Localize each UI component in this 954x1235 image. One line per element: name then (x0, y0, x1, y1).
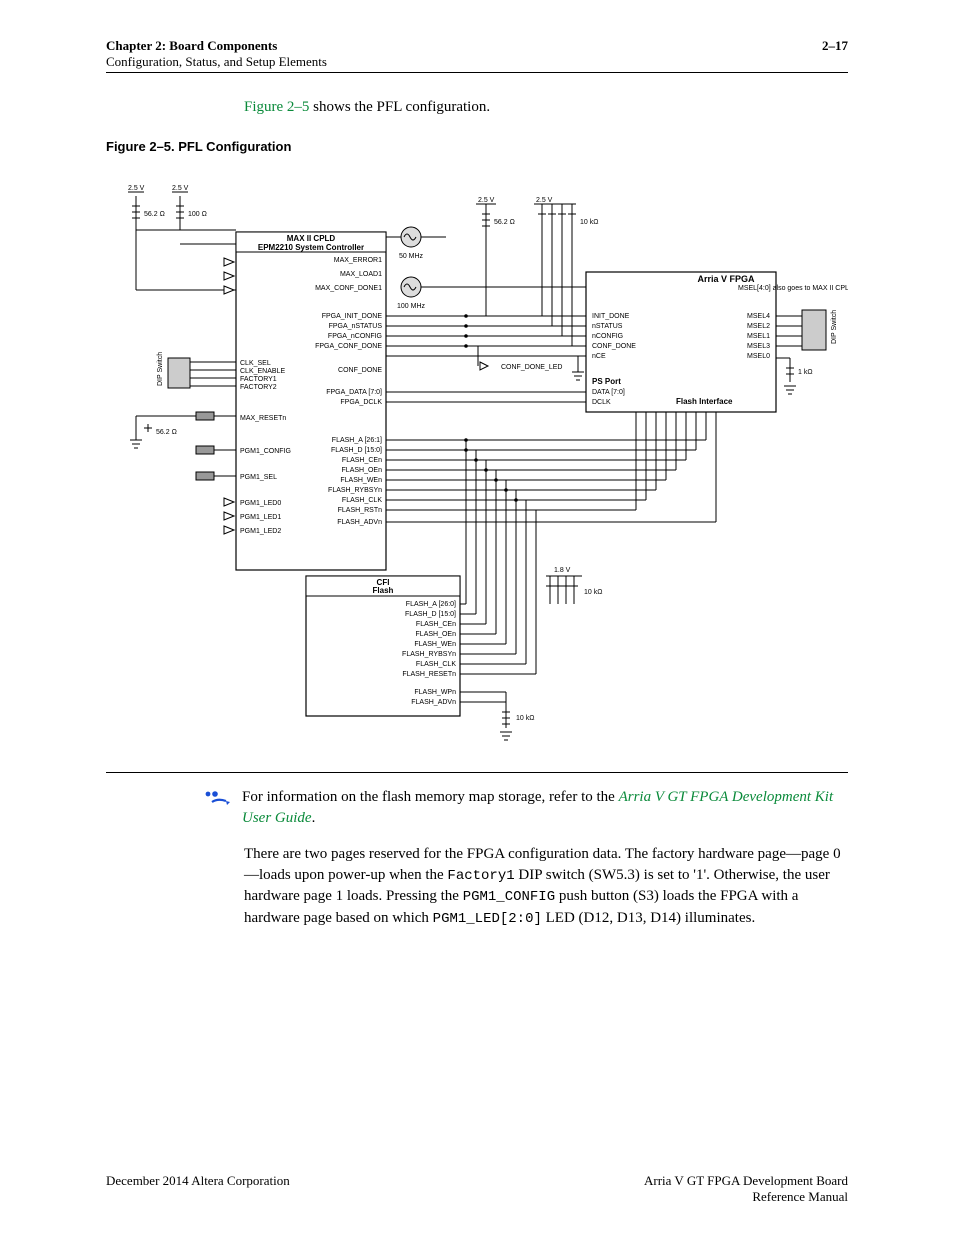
svg-text:FLASH_ADVn: FLASH_ADVn (337, 519, 382, 526)
svg-text:FACTORY1: FACTORY1 (240, 376, 277, 383)
svg-text:FLASH_OEn: FLASH_OEn (416, 631, 457, 638)
svg-text:1 kΩ: 1 kΩ (798, 369, 813, 376)
svg-text:FLASH_WPn: FLASH_WPn (414, 689, 456, 696)
svg-text:MSEL2: MSEL2 (747, 323, 770, 330)
chapter-label: Chapter 2: Board Components (106, 38, 327, 54)
svg-text:2.5 V: 2.5 V (128, 185, 145, 192)
code-factory1: Factory1 (447, 868, 514, 884)
svg-text:FPGA_CONF_DONE: FPGA_CONF_DONE (315, 343, 382, 350)
svg-text:10 kΩ: 10 kΩ (580, 219, 598, 226)
section-label: Configuration, Status, and Setup Element… (106, 54, 327, 70)
info-icon (202, 787, 242, 828)
svg-text:56.2 Ω: 56.2 Ω (144, 211, 165, 218)
svg-text:MAX_ERROR1: MAX_ERROR1 (334, 257, 382, 264)
svg-text:50 MHz: 50 MHz (399, 253, 424, 260)
code-pgm1-led: PGM1_LED[2:0] (433, 911, 542, 927)
figure-caption: Figure 2–5. PFL Configuration (106, 139, 848, 154)
svg-text:CONF_DONE: CONF_DONE (592, 343, 636, 350)
svg-text:nCONFIG: nCONFIG (592, 333, 623, 340)
svg-text:PGM1_LED2: PGM1_LED2 (240, 528, 281, 535)
svg-text:FLASH_CEn: FLASH_CEn (416, 621, 456, 628)
svg-text:EPM2210 System Controller: EPM2210 System Controller (258, 243, 364, 252)
page-header: Chapter 2: Board Components Configuratio… (106, 38, 848, 73)
svg-text:MAX_CONF_DONE1: MAX_CONF_DONE1 (315, 285, 382, 292)
svg-text:CONF_DONE_LED: CONF_DONE_LED (501, 364, 562, 371)
svg-text:MAX_LOAD1: MAX_LOAD1 (340, 271, 382, 278)
intro-text: shows the PFL configuration. (309, 99, 490, 115)
footer-doc-subtitle: Reference Manual (644, 1189, 848, 1205)
svg-text:DATA [7:0]: DATA [7:0] (592, 389, 625, 396)
svg-text:10 kΩ: 10 kΩ (584, 589, 602, 596)
svg-text:FLASH_A [26:1]: FLASH_A [26:1] (332, 437, 382, 444)
svg-text:2.5 V: 2.5 V (172, 185, 189, 192)
svg-text:PS Port: PS Port (592, 377, 621, 386)
page-footer: December 2014 Altera Corporation Arria V… (106, 1173, 848, 1205)
svg-text:MSEL[4:0] also goes to MAX II: MSEL[4:0] also goes to MAX II CPLD (738, 285, 848, 292)
svg-text:2.5 V: 2.5 V (536, 197, 553, 204)
svg-text:FPGA_DATA [7:0]: FPGA_DATA [7:0] (326, 389, 382, 396)
svg-text:FLASH_WEn: FLASH_WEn (340, 477, 382, 484)
intro-paragraph: Figure 2–5 shows the PFL configuration. (244, 97, 848, 117)
svg-text:100 MHz: 100 MHz (397, 303, 426, 310)
svg-text:FLASH_OEn: FLASH_OEn (342, 467, 383, 474)
svg-text:nCE: nCE (592, 353, 606, 360)
svg-text:100 Ω: 100 Ω (188, 211, 207, 218)
svg-text:FLASH_CLK: FLASH_CLK (416, 661, 456, 668)
svg-text:MAX II CPLD: MAX II CPLD (287, 234, 336, 243)
svg-text:FLASH_CLK: FLASH_CLK (342, 497, 382, 504)
svg-text:2.5 V: 2.5 V (478, 197, 495, 204)
svg-text:56.2 Ω: 56.2 Ω (156, 429, 177, 436)
svg-text:PGM1_SEL: PGM1_SEL (240, 474, 277, 481)
svg-text:FLASH_RESETn: FLASH_RESETn (402, 671, 456, 678)
svg-text:FPGA_nSTATUS: FPGA_nSTATUS (329, 323, 383, 330)
svg-text:MSEL1: MSEL1 (747, 333, 770, 340)
svg-text:FLASH_A [26:0]: FLASH_A [26:0] (406, 601, 456, 608)
svg-text:FPGA_INIT_DONE: FPGA_INIT_DONE (322, 313, 383, 320)
svg-text:FLASH_RYBSYn: FLASH_RYBSYn (328, 487, 382, 494)
svg-text:FACTORY2: FACTORY2 (240, 384, 277, 391)
svg-text:PGM1_LED0: PGM1_LED0 (240, 500, 281, 507)
figure-reference-link[interactable]: Figure 2–5 (244, 99, 309, 115)
code-pgm1-config: PGM1_CONFIG (463, 889, 555, 905)
svg-text:MSEL4: MSEL4 (747, 313, 770, 320)
svg-text:FLASH_ADVn: FLASH_ADVn (411, 699, 456, 706)
svg-text:PGM1_LED1: PGM1_LED1 (240, 514, 281, 521)
svg-text:DCLK: DCLK (592, 399, 611, 406)
svg-text:Arria V FPGA: Arria V FPGA (697, 274, 755, 284)
footer-doc-title: Arria V GT FPGA Development Board (644, 1173, 848, 1189)
svg-text:PGM1_CONFIG: PGM1_CONFIG (240, 448, 291, 455)
footer-left: December 2014 Altera Corporation (106, 1173, 290, 1205)
page-number: 2–17 (822, 38, 848, 70)
svg-text:FLASH_WEn: FLASH_WEn (414, 641, 456, 648)
svg-text:Flash Interface: Flash Interface (676, 397, 733, 406)
svg-text:FPGA_nCONFIG: FPGA_nCONFIG (328, 333, 382, 340)
svg-text:FLASH_RSTn: FLASH_RSTn (338, 507, 382, 514)
svg-text:nSTATUS: nSTATUS (592, 323, 623, 330)
svg-text:CLK_ENABLE: CLK_ENABLE (240, 368, 285, 375)
body-paragraph: There are two pages reserved for the FPG… (244, 844, 848, 930)
svg-text:DIP Switch: DIP Switch (157, 352, 164, 386)
svg-text:56.2 Ω: 56.2 Ω (494, 219, 515, 226)
svg-text:MSEL3: MSEL3 (747, 343, 770, 350)
svg-text:FLASH_D [15:0]: FLASH_D [15:0] (331, 447, 382, 454)
svg-text:MAX_RESETn: MAX_RESETn (240, 415, 286, 422)
svg-text:MSEL0: MSEL0 (747, 353, 770, 360)
svg-text:CLK_SEL: CLK_SEL (240, 360, 271, 367)
svg-text:Flash: Flash (373, 586, 394, 595)
svg-text:INIT_DONE: INIT_DONE (592, 313, 630, 320)
svg-text:FLASH_D [15:0]: FLASH_D [15:0] (405, 611, 456, 618)
svg-text:CONF_DONE: CONF_DONE (338, 367, 382, 374)
svg-text:FPGA_DCLK: FPGA_DCLK (340, 399, 382, 406)
svg-text:DIP Switch: DIP Switch (831, 310, 838, 344)
svg-text:10 kΩ: 10 kΩ (516, 715, 534, 722)
note-text: For information on the flash memory map … (242, 787, 848, 828)
svg-text:FLASH_CEn: FLASH_CEn (342, 457, 382, 464)
svg-text:1.8 V: 1.8 V (554, 567, 571, 574)
figure-diagram: .lbl { font: 7px Arial, sans-serif; } .l… (106, 162, 848, 773)
svg-text:FLASH_RYBSYn: FLASH_RYBSYn (402, 651, 456, 658)
